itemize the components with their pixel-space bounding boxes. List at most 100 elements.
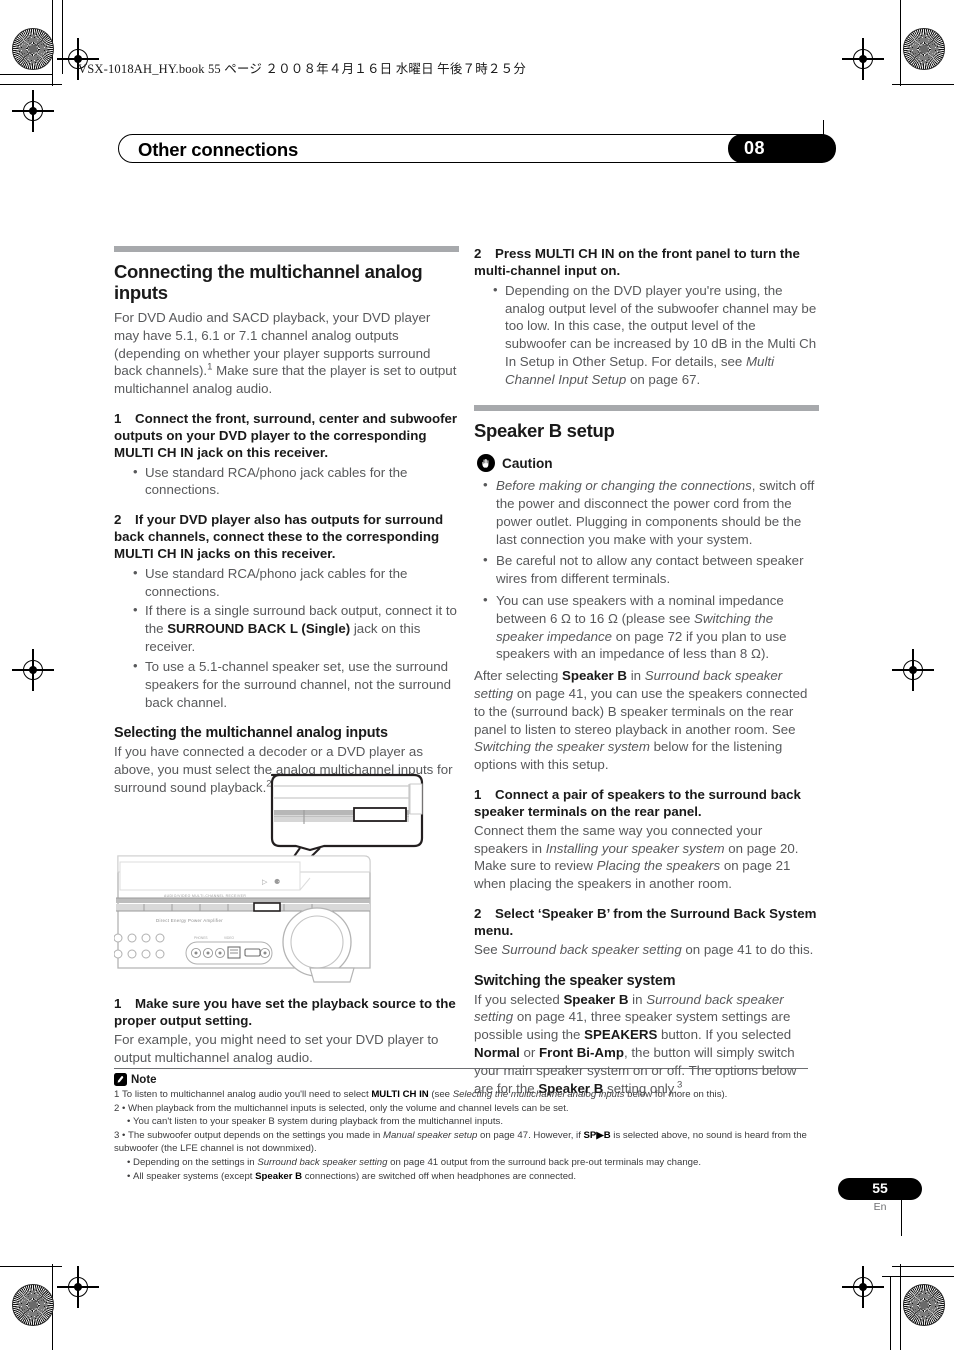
- right-step-2-text: Press MULTI CH IN on the front panel to …: [474, 246, 800, 278]
- section-intro-paragraph: For DVD Audio and SACD playback, your DV…: [114, 309, 459, 398]
- book-header-line: VSX-1018AH_HY.book 55 ページ ２００８年４月１６日 水曜日…: [78, 62, 527, 76]
- left-column-lower: 1 Make sure you have set the playback sou…: [114, 996, 459, 1066]
- step-1-heading: 1 Connect the front, surround, center and…: [114, 411, 459, 462]
- svg-text:PHONES: PHONES: [194, 936, 207, 940]
- left-column: Connecting the multichannel analog input…: [114, 246, 459, 797]
- step-2-heading: 2 If your DVD player also has outputs for…: [114, 512, 459, 563]
- registration-halftone-top-left: [12, 28, 54, 70]
- step-2-text: If your DVD player also has outputs for …: [114, 512, 444, 561]
- chapter-badge-tick: [823, 120, 824, 136]
- section-heading-speaker-b-setup: Speaker B setup: [474, 419, 615, 441]
- multi-ch-in-button-highlight: [253, 902, 281, 912]
- note-2-bullet-1: When playback from the multichannel inpu…: [128, 1102, 569, 1114]
- note-2-second: • You can't listen to your speaker B sys…: [127, 1116, 503, 1128]
- registration-halftone-bottom-right: [903, 1284, 945, 1326]
- note-3-b2-italic: Surround back speaker setting: [257, 1157, 388, 1169]
- caution-italic-lead: Before making or changing the connection…: [496, 478, 752, 494]
- caution-header: Caution: [477, 454, 819, 473]
- note-1-number: 1: [114, 1089, 120, 1100]
- note-2: 2 • When playback from the multichannel …: [114, 1102, 569, 1114]
- step-1-text: Connect the front, surround, center and …: [114, 410, 458, 460]
- sw-bold-normal: Normal: [474, 1045, 520, 1061]
- chapter-number-badge: 08: [728, 134, 836, 163]
- registration-target-left-mid: [12, 649, 54, 691]
- note-3-italic-reference: Manual speaker setup: [382, 1129, 478, 1141]
- sw-text-a: If you selected: [474, 991, 564, 1007]
- sw-bold-front-bi-amp: Front Bi-Amp: [539, 1045, 624, 1061]
- speakerb-step-2-body: See Surround back speaker setting on pag…: [474, 941, 819, 959]
- after-italic-reference-2: Switching the speaker system: [474, 739, 650, 755]
- note-3-b3-c: connections) are switched off when headp…: [302, 1170, 577, 1182]
- after-text-d: on page 41, you can use the speakers con…: [474, 686, 808, 737]
- note-block: Note 1 To listen to multichannel analog …: [114, 1068, 808, 1183]
- after-text-c: in: [627, 668, 645, 684]
- subsection-heading-selecting-multichannel: Selecting the multichannel analog inputs: [114, 725, 388, 742]
- subsection-heading-switching-speaker-system: Switching the speaker system: [474, 972, 676, 989]
- note-3-b: on page 47. However, if: [477, 1129, 584, 1141]
- note-label: Note: [131, 1073, 157, 1086]
- note-3-b3-bold: Speaker B: [255, 1170, 303, 1182]
- bullet-text-c: on page 67.: [626, 371, 701, 387]
- right-step-2-bullets: Depending on the DVD player you're using…: [474, 281, 819, 389]
- registration-halftone-bottom-left: [12, 1284, 54, 1326]
- page-number-badge: 55: [838, 1178, 922, 1200]
- list-item: If there is a single surround back outpu…: [133, 601, 459, 655]
- section-heading-connecting-multichannel: Connecting the multichannel analog input…: [114, 261, 423, 304]
- step-1-text-lower: Make sure you have set the playback sour…: [114, 996, 456, 1028]
- section-rule: [114, 246, 459, 252]
- note-1-a: To listen to multichannel analog audio y…: [122, 1089, 372, 1100]
- right-step-2-heading: 2 Press MULTI CH IN on the front panel to…: [474, 246, 819, 280]
- document-page: VSX-1018AH_HY.book 55 ページ ２００８年４月１６日 水曜日…: [0, 0, 954, 1350]
- registration-target-bottom-right: [842, 1266, 884, 1308]
- page-language-label: En: [873, 1201, 887, 1213]
- note-header: Note: [114, 1073, 808, 1086]
- note-divider: [114, 1068, 808, 1069]
- registration-target-bottom-left: [57, 1266, 99, 1308]
- crop-mark-top-left-h: [0, 84, 62, 86]
- crop-mark-top-right-v: [900, 0, 902, 86]
- crop-mark-top-right-h: [892, 84, 954, 86]
- note-3-bullet-2: • Depending on the settings in Surround …: [127, 1157, 702, 1169]
- bullet-bold-jack-name: SURROUND BACK L (Single): [167, 621, 351, 637]
- note-1-bold-multi-ch-in: MULTI CH IN: [371, 1089, 429, 1100]
- crop-mark-bottom-left-h: [0, 1266, 62, 1268]
- note-1-c: (see: [428, 1089, 453, 1100]
- step2-body-b: on page 41 to do this.: [681, 941, 814, 957]
- list-item: Use standard RCA/phono jack cables for t…: [133, 564, 459, 601]
- svg-text:⚈: ⚈: [274, 878, 280, 886]
- crop-mark-top-left-h2: [0, 74, 52, 76]
- note-3-b3-a: All speaker systems (except: [133, 1170, 256, 1182]
- step-1-heading-lower: 1 Make sure you have set the playback sou…: [114, 996, 459, 1030]
- note-1-d: below for more on this).: [624, 1089, 728, 1100]
- speakerb-step-1-text: Connect a pair of speakers to the surrou…: [474, 787, 801, 819]
- caution-label: Caution: [502, 455, 553, 471]
- step2-body-a: See: [474, 941, 502, 957]
- note-3-b2-b: on page 41 output from the surround back…: [387, 1157, 702, 1169]
- registration-target-left-mid-upper: [12, 90, 54, 132]
- note-3-bullet-3: • All speaker systems (except Speaker B …: [127, 1170, 577, 1182]
- after-text-a: After selecting: [474, 668, 562, 684]
- svg-text:AUDIO/VIDEO MULTI-CHANNEL RECE: AUDIO/VIDEO MULTI-CHANNEL RECEIVER: [164, 894, 246, 898]
- step-1-body-lower: For example, you might need to set your …: [114, 1031, 439, 1065]
- crop-mark-bottom-right-h2: [882, 1276, 954, 1278]
- speakerb-step-2-number: 2: [474, 906, 482, 922]
- step-1-number-lower: 1: [114, 996, 122, 1011]
- speakerb-step-1-heading: 1 Connect a pair of speakers to the surro…: [474, 787, 819, 821]
- list-item: To use a 5.1-channel speaker set, use th…: [133, 657, 459, 711]
- chapter-title: Other connections: [138, 139, 299, 160]
- list-item: You can use speakers with a nominal impe…: [483, 591, 819, 663]
- note-3-bold-sp-b: SP▶B: [583, 1129, 611, 1141]
- after-selecting-paragraph: After selecting Speaker B in Surround ba…: [474, 667, 819, 774]
- after-bold-speaker-b: Speaker B: [561, 668, 627, 684]
- right-step-2-number: 2: [474, 246, 482, 261]
- receiver-chassis: ▷ ⚈ AUDIO/VIDEO MULTI-CHANNEL RECEIVER D…: [114, 855, 371, 983]
- crop-mark-bottom-right-h: [892, 1266, 954, 1268]
- note-2-bullet-2: You can't listen to your speaker B syste…: [133, 1116, 503, 1128]
- step-2-number: 2: [114, 512, 122, 528]
- step-1-number: 1: [114, 410, 122, 426]
- step1-italic-reference-1: Installing your speaker system: [545, 840, 725, 856]
- callout-bubble: [270, 773, 424, 852]
- speakerb-step-1-number: 1: [474, 787, 482, 803]
- chapter-number: 08: [744, 138, 766, 158]
- sw-bold-speaker-b-1: Speaker B: [563, 991, 629, 1007]
